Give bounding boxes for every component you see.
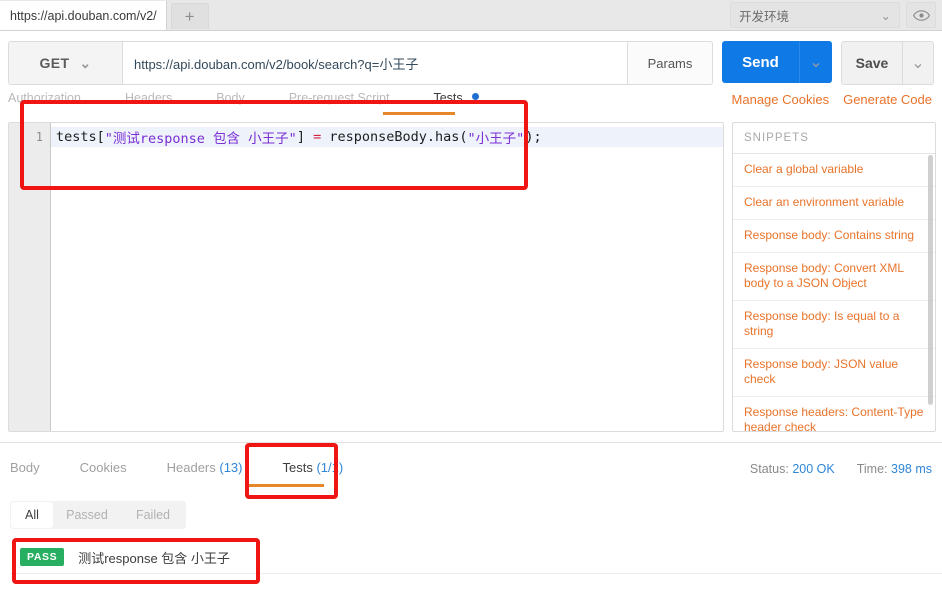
params-label: Params <box>647 55 693 71</box>
snippets-panel: SNIPPETS Clear a global variable Clear a… <box>732 122 936 432</box>
status-label: Status: <box>749 462 789 476</box>
new-tab-button[interactable]: + <box>170 3 209 29</box>
code-token-assign: = <box>313 129 322 145</box>
tests-code-editor[interactable]: 1 tests["测试response 包含 小王子"] = responseB… <box>8 122 724 432</box>
snippet-item[interactable]: Response body: Is equal to a string <box>733 301 935 349</box>
manage-cookies-link[interactable]: Manage Cookies <box>732 92 830 107</box>
generate-code-link[interactable]: Generate Code <box>843 92 932 107</box>
request-tab-strip: https://api.douban.com/v2/ + 开发环境 ⌄ <box>0 0 942 31</box>
tab-tests-active-underline <box>383 112 455 115</box>
test-result-filters: All Passed Failed <box>10 501 186 529</box>
send-options-button[interactable]: ⌄ <box>799 41 832 83</box>
status-badge: PASS <box>20 548 65 566</box>
code-token-bracket-close: ] <box>296 129 314 145</box>
chevron-down-icon: ⌄ <box>880 8 891 23</box>
tab-headers[interactable]: Headers <box>125 91 172 105</box>
pane-divider <box>0 442 942 443</box>
plus-icon: + <box>184 7 195 26</box>
eye-icon <box>912 9 930 21</box>
snippet-item[interactable]: Response body: Convert XML body to a JSO… <box>733 253 935 301</box>
response-tab-headers[interactable]: Headers (13) <box>167 460 243 475</box>
editor-active-line[interactable]: tests["测试response 包含 小王子"] = responseBod… <box>51 127 723 147</box>
filter-failed[interactable]: Failed <box>120 508 186 522</box>
environment-quick-look-button[interactable] <box>906 2 936 28</box>
save-label: Save <box>855 55 889 71</box>
response-tab-tests-label: Tests <box>282 460 313 475</box>
snippets-title: SNIPPETS <box>733 123 935 154</box>
tab-tests[interactable]: Tests <box>433 91 480 105</box>
time-group: Time: 398 ms <box>857 462 932 476</box>
save-button[interactable]: Save <box>841 41 903 85</box>
response-status-bar: Status: 200 OK Time: 398 ms <box>750 462 932 476</box>
environment-label: 开发环境 <box>739 9 790 24</box>
url-bar: GET ⌄ https://api.douban.com/v2/book/sea… <box>8 41 934 85</box>
response-tab-cookies[interactable]: Cookies <box>80 460 127 475</box>
status-value: 200 OK <box>792 462 835 476</box>
tab-tests-label: Tests <box>433 91 463 105</box>
tab-headers-label: Headers <box>124 91 173 105</box>
status-group: Status: 200 OK <box>750 462 835 476</box>
request-section-tabs: Authorization Headers Body Pre-request S… <box>8 91 648 113</box>
test-result-name: 测试response 包含 小王子 <box>78 550 230 566</box>
response-tab-body-label: Body <box>10 460 40 475</box>
code-token-test-name-string: "测试response 包含 小王子" <box>104 131 297 147</box>
time-label: Time: <box>856 462 888 476</box>
request-utility-links: Manage Cookies Generate Code <box>732 92 932 107</box>
send-label: Send <box>742 53 779 71</box>
response-tab-headers-label: Headers <box>166 460 216 475</box>
tab-pre-request-script[interactable]: Pre-request Script <box>289 91 390 105</box>
tab-authorization-label: Authorization <box>8 91 81 105</box>
response-tab-cookies-label: Cookies <box>79 460 127 475</box>
environment-selector[interactable]: 开发环境 ⌄ <box>730 2 900 28</box>
request-tab[interactable]: https://api.douban.com/v2/ <box>0 1 167 30</box>
tab-authorization[interactable]: Authorization <box>8 91 81 105</box>
line-number: 1 <box>35 130 43 144</box>
code-token-tail: ); <box>525 129 542 145</box>
test-result-row: PASS 测试response 包含 小王子 <box>10 541 942 574</box>
snippet-item[interactable]: Clear a global variable <box>733 154 935 187</box>
editor-gutter: 1 <box>9 123 51 431</box>
snippet-item[interactable]: Response body: Contains string <box>733 220 935 253</box>
postman-window: https://api.douban.com/v2/ + 开发环境 ⌄ GET … <box>0 0 942 611</box>
chevron-down-icon: ⌄ <box>79 54 92 71</box>
chevron-down-icon: ⌄ <box>809 54 823 71</box>
tab-body[interactable]: Body <box>216 91 245 105</box>
url-text: https://api.douban.com/v2/book/search?q=… <box>134 56 419 72</box>
http-method-selector[interactable]: GET ⌄ <box>8 41 123 85</box>
response-tab-tests-active-underline <box>246 484 324 487</box>
filter-passed[interactable]: Passed <box>54 508 120 522</box>
snippet-item[interactable]: Response headers: Content-Type header ch… <box>733 397 935 431</box>
response-section-tabs: Body Cookies Headers (13) Tests (1/1) <box>10 460 383 475</box>
send-button[interactable]: Send <box>722 41 799 83</box>
snippet-item[interactable]: Clear an environment variable <box>733 187 935 220</box>
snippets-scrollbar[interactable] <box>928 155 933 405</box>
response-tab-tests[interactable]: Tests (1/1) <box>283 460 344 475</box>
response-tab-body[interactable]: Body <box>10 460 40 475</box>
code-token-tests: tests[ <box>56 129 105 145</box>
snippet-item[interactable]: Response body: JSON value check <box>733 349 935 397</box>
save-options-button[interactable]: ⌄ <box>903 41 934 85</box>
http-method-label: GET <box>39 55 70 71</box>
response-tab-tests-count: (1/1) <box>316 460 344 475</box>
filter-all[interactable]: All <box>11 502 53 528</box>
url-input[interactable]: https://api.douban.com/v2/book/search?q=… <box>123 41 628 85</box>
request-tab-label: https://api.douban.com/v2/ <box>10 8 157 23</box>
code-token-search-string: "小王子" <box>467 131 525 147</box>
chevron-down-icon: ⌄ <box>911 55 925 72</box>
time-value: 398 ms <box>891 462 932 476</box>
code-token-responsebody-has: responseBody.has( <box>321 129 468 145</box>
tab-body-label: Body <box>216 91 245 105</box>
tab-pre-request-script-label: Pre-request Script <box>288 91 390 105</box>
params-button[interactable]: Params <box>628 41 713 85</box>
response-tab-headers-count: (13) <box>219 460 243 475</box>
tests-indicator-dot <box>472 93 480 100</box>
